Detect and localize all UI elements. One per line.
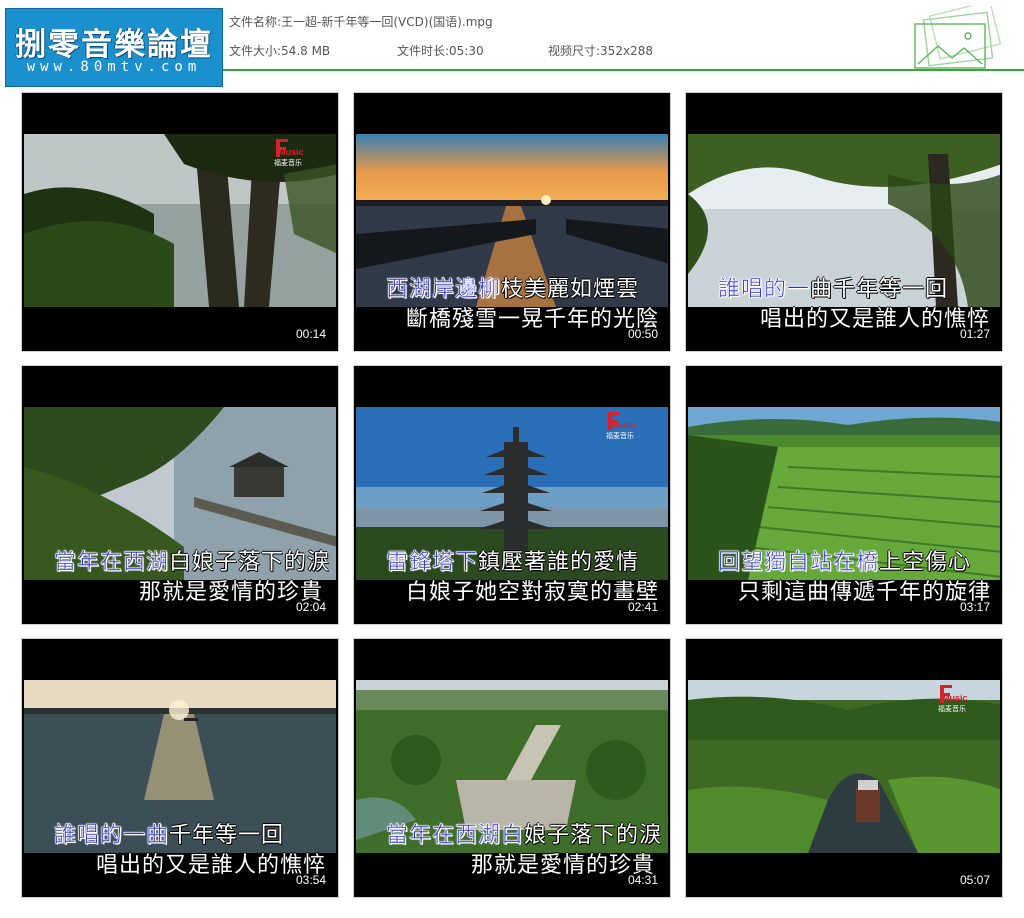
timestamp: 03:17 — [959, 600, 990, 614]
lyric-line-1: 誰唱的一曲千年等一回 — [718, 271, 948, 303]
picture-frames-icon — [914, 6, 1002, 69]
badge-brand-text: Music — [942, 693, 968, 703]
lyric-sung: 誰唱的一 — [718, 277, 811, 303]
thumbnail[interactable]: 回望獨自站在橋上空傷心 只剩這曲傳遞千年的旋律 03:17 — [685, 365, 1003, 625]
lyric-text: 斷橋殘雪一晃千年的光陰 — [406, 307, 660, 332]
lyric-line-2: 只剩這曲傳遞千年的旋律 — [738, 574, 991, 606]
lyric-unsung: 千年等一回 — [169, 823, 285, 848]
lyric-unsung: 枝美麗如煙雲 — [501, 277, 640, 302]
logo-title: 捌零音樂論壇 — [15, 27, 213, 63]
lyric-line-1: 西湖岸邊柳枝美麗如煙雲 — [386, 271, 639, 303]
thumbnail[interactable]: 雷鋒塔下鎮壓著誰的愛情 白娘子她空對寂寞的畫壁 02:41 Music 福麦音乐 — [353, 365, 671, 625]
lyric-line-2: 白娘子她空對寂寞的畫壁 — [406, 574, 659, 606]
duration-label: 文件时长: — [397, 44, 450, 58]
header-divider — [223, 69, 1024, 71]
badge-brand-text: Music — [278, 147, 304, 157]
file-size-row: 文件大小:54.8 MB — [229, 42, 330, 59]
lyric-line-1: 雷鋒塔下鎮壓著誰的愛情 — [386, 544, 639, 576]
lyric-line-2: 唱出的又是誰人的憔悴 — [96, 847, 326, 879]
lyric-sung: 當年在西湖 — [54, 550, 170, 576]
lyric-line-1: 回望獨自站在橋上空傷心 — [718, 544, 971, 576]
duration-row: 文件时长:05:30 — [397, 42, 484, 59]
timestamp: 05:07 — [959, 873, 990, 887]
logo-url: www.80mtv.com — [26, 59, 202, 75]
thumbnail[interactable]: 當年在西湖白娘子落下的淚 那就是愛情的珍貴 02:04 — [21, 365, 339, 625]
file-name-label: 文件名称: — [229, 15, 282, 29]
dimension-label: 视频尺寸: — [548, 44, 601, 58]
badge-sub-text: 福麦音乐 — [274, 158, 302, 167]
music-channel-logo: Music 福麦音乐 — [604, 410, 644, 440]
lyric-unsung: 曲千年等一回 — [810, 277, 949, 302]
timestamp: 01:27 — [959, 327, 990, 341]
lyric-text: 唱出的又是誰人的憔悴 — [760, 307, 991, 332]
timestamp: 04:31 — [627, 873, 658, 887]
thumbnail[interactable]: 誰唱的一曲千年等一回 唱出的又是誰人的憔悴 03:54 — [21, 638, 339, 898]
music-channel-logo: Music 福麦音乐 — [272, 137, 312, 167]
file-name-row: 文件名称:王一超-新千年等一回(VCD)(国语).mpg — [229, 13, 493, 30]
timestamp: 00:50 — [627, 327, 658, 341]
lyric-unsung: 白娘子落下的淚 — [169, 550, 331, 575]
lyric-unsung: 娘子落下的淚 — [524, 823, 663, 848]
file-size-label: 文件大小: — [229, 44, 282, 58]
timestamp: 02:04 — [295, 600, 326, 614]
lyric-sung: 當年在西湖白 — [386, 823, 525, 849]
lyric-line-2: 斷橋殘雪一晃千年的光陰 — [406, 301, 659, 333]
lyric-unsung: 上空傷心 — [879, 550, 972, 575]
badge-brand-text: Music — [610, 420, 636, 430]
lyric-sung: 誰唱的一曲 — [54, 823, 170, 849]
badge-sub-text: 福麦音乐 — [938, 704, 966, 713]
forum-logo: 捌零音樂論壇 www.80mtv.com — [5, 8, 223, 87]
thumbnail[interactable]: 當年在西湖白娘子落下的淚 那就是愛情的珍貴 04:31 — [353, 638, 671, 898]
badge-sub-text: 福麦音乐 — [606, 431, 634, 440]
lyric-sung: 西湖岸邊柳 — [386, 277, 502, 303]
music-channel-logo: Music 福麦音乐 — [936, 683, 976, 713]
thumbnail[interactable]: 西湖岸邊柳枝美麗如煙雲 斷橋殘雪一晃千年的光陰 00:50 — [353, 92, 671, 352]
timestamp: 02:41 — [627, 600, 658, 614]
dimension-row: 视频尺寸:352x288 — [548, 42, 653, 59]
duration-value: 05:30 — [449, 44, 484, 58]
dimension-value: 352x288 — [600, 44, 653, 58]
thumbnail[interactable]: 00:14 Music 福麦音乐 — [21, 92, 339, 352]
lyric-sung: 雷鋒塔下 — [386, 550, 479, 576]
lyric-text: 唱出的又是誰人的憔悴 — [96, 853, 327, 878]
lyric-sung: 回望獨自站在橋 — [718, 550, 880, 576]
lyric-unsung: 鎮壓著誰的愛情 — [478, 550, 640, 575]
lyric-line-1: 誰唱的一曲千年等一回 — [54, 817, 284, 849]
lyric-text: 只剩這曲傳遞千年的旋律 — [738, 580, 992, 605]
lyric-text: 白娘子她空對寂寞的畫壁 — [406, 580, 660, 605]
lyric-line-2: 唱出的又是誰人的憔悴 — [760, 301, 990, 333]
timestamp: 03:54 — [295, 873, 326, 887]
thumbnail[interactable]: 05:07 Music 福麦音乐 — [685, 638, 1003, 898]
lyric-line-1: 當年在西湖白娘子落下的淚 — [386, 817, 662, 849]
timestamp: 00:14 — [295, 327, 326, 341]
file-name-value: 王一超-新千年等一回(VCD)(国语).mpg — [281, 15, 493, 29]
thumbnail[interactable]: 誰唱的一曲千年等一回 唱出的又是誰人的憔悴 01:27 — [685, 92, 1003, 352]
file-size-value: 54.8 MB — [281, 44, 331, 58]
lyric-line-1: 當年在西湖白娘子落下的淚 — [54, 544, 330, 576]
